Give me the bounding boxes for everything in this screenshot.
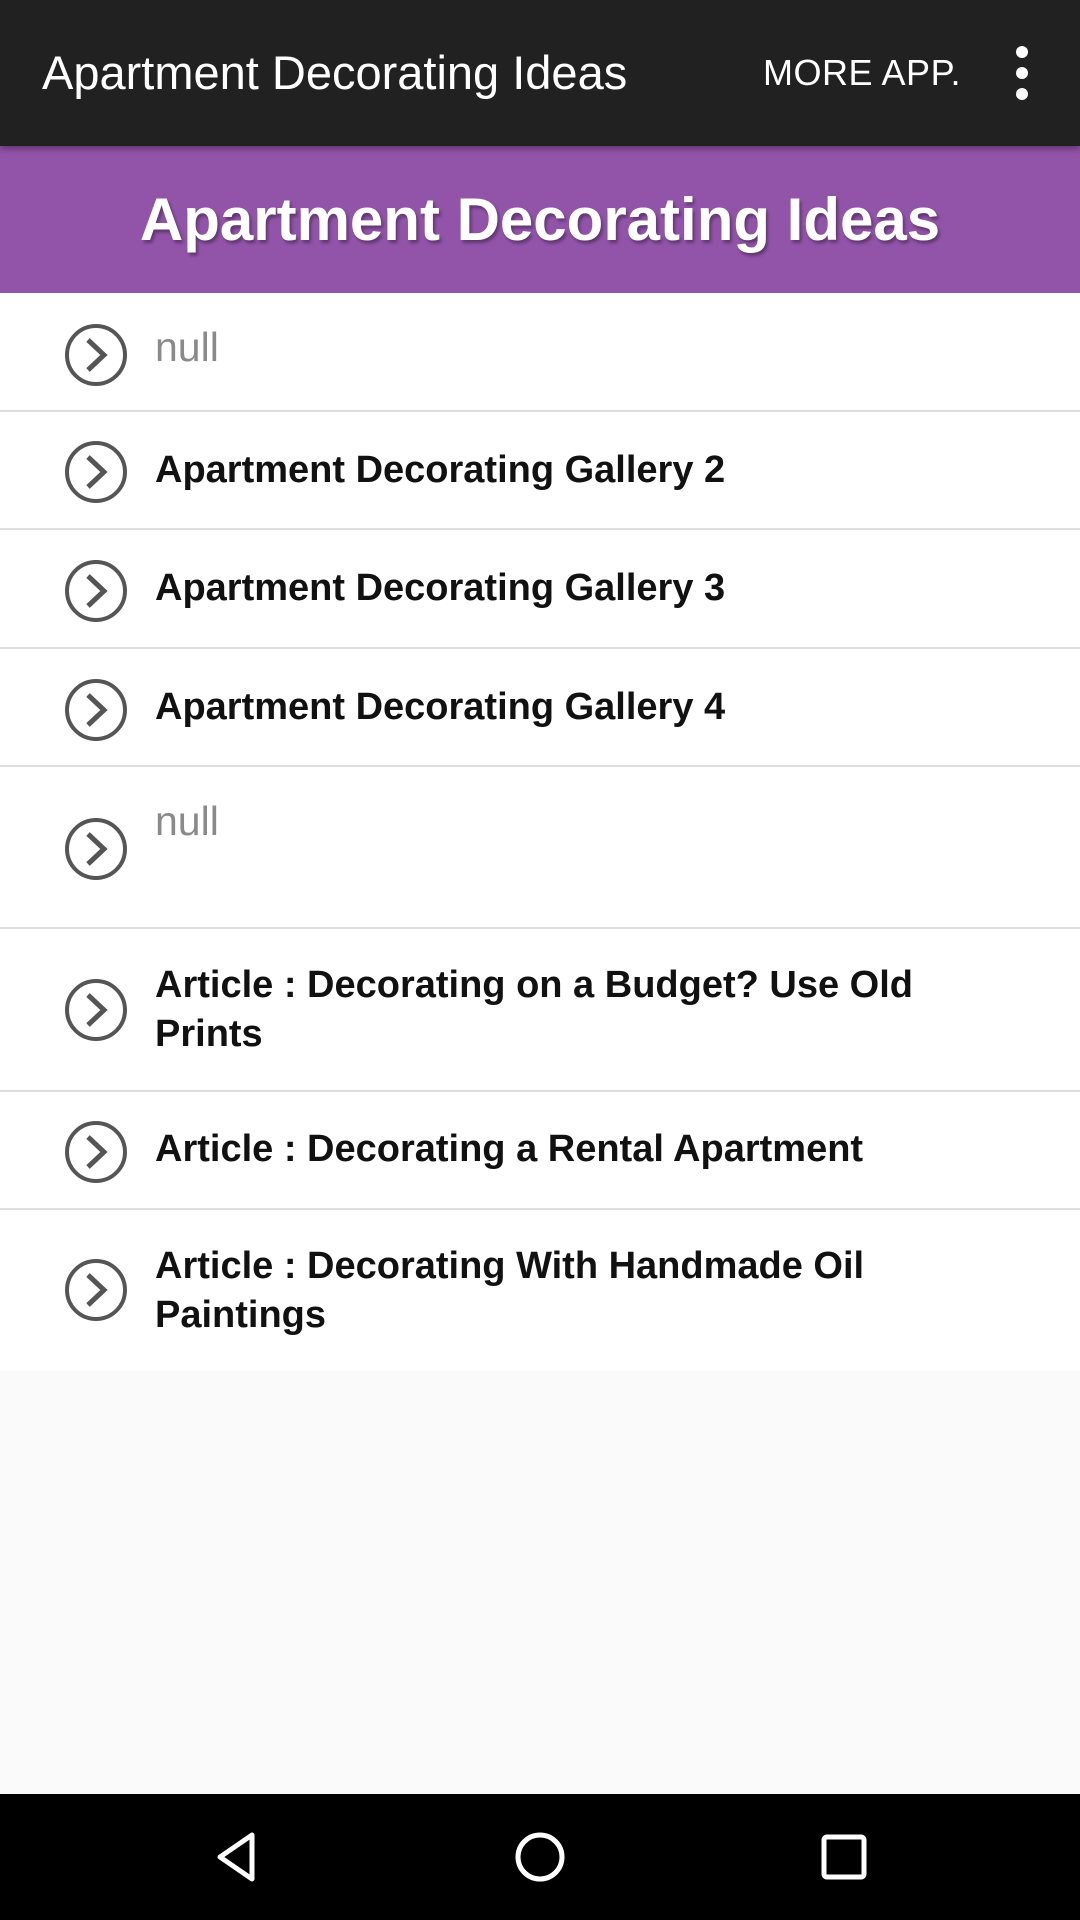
more-vert-icon xyxy=(1016,46,1028,100)
list-item[interactable]: Article : Decorating a Rental Apartment xyxy=(0,1092,1080,1210)
chevron-circle-right-icon xyxy=(64,978,128,1042)
content-list: null Apartment Decorating Gallery 2 Apar… xyxy=(0,293,1080,1371)
recents-icon xyxy=(821,1834,867,1880)
back-button[interactable] xyxy=(208,1827,268,1887)
list-item[interactable]: Article : Decorating With Handmade Oil P… xyxy=(0,1210,1080,1371)
banner-title: Apartment Decorating Ideas xyxy=(139,186,941,253)
home-icon xyxy=(515,1832,565,1882)
more-app-button[interactable]: MORE APP. xyxy=(757,0,967,146)
recents-button[interactable] xyxy=(814,1827,874,1887)
list-item-label: Apartment Decorating Gallery 3 xyxy=(155,567,726,609)
app-screen: Apartment Decorating Ideas MORE APP. Apa… xyxy=(0,0,1080,1920)
overflow-menu-button[interactable] xyxy=(990,43,1054,103)
list-item-label: Article : Decorating on a Budget? Use Ol… xyxy=(155,964,913,1055)
list-item[interactable]: Apartment Decorating Gallery 2 xyxy=(0,412,1080,530)
chevron-circle-right-icon xyxy=(64,440,128,504)
list-item-label: Apartment Decorating Gallery 2 xyxy=(155,449,726,491)
action-bar: Apartment Decorating Ideas MORE APP. xyxy=(0,0,1080,146)
chevron-circle-right-icon xyxy=(64,1258,128,1322)
home-button[interactable] xyxy=(510,1827,570,1887)
list-item[interactable]: Article : Decorating on a Budget? Use Ol… xyxy=(0,929,1080,1092)
chevron-circle-right-icon xyxy=(64,559,128,623)
list-item-label: Apartment Decorating Gallery 4 xyxy=(155,686,726,728)
system-nav-bar xyxy=(0,1794,1080,1920)
list-item[interactable]: null xyxy=(0,293,1080,412)
chevron-circle-right-icon xyxy=(64,1120,128,1184)
list-item[interactable]: Apartment Decorating Gallery 4 xyxy=(0,649,1080,767)
app-title: Apartment Decorating Ideas xyxy=(42,46,628,99)
back-icon xyxy=(217,1832,255,1882)
chevron-circle-right-icon xyxy=(64,817,128,881)
list-item-label: null xyxy=(155,324,219,370)
list-item[interactable]: null xyxy=(0,767,1080,929)
chevron-circle-right-icon xyxy=(64,678,128,742)
list-item-label: Article : Decorating With Handmade Oil P… xyxy=(155,1245,865,1336)
chevron-circle-right-icon xyxy=(64,323,128,387)
list-item-label: null xyxy=(155,798,219,844)
list-item-label: Article : Decorating a Rental Apartment xyxy=(155,1128,864,1170)
header-banner: Apartment Decorating Ideas xyxy=(0,146,1080,293)
list-item[interactable]: Apartment Decorating Gallery 3 xyxy=(0,530,1080,649)
